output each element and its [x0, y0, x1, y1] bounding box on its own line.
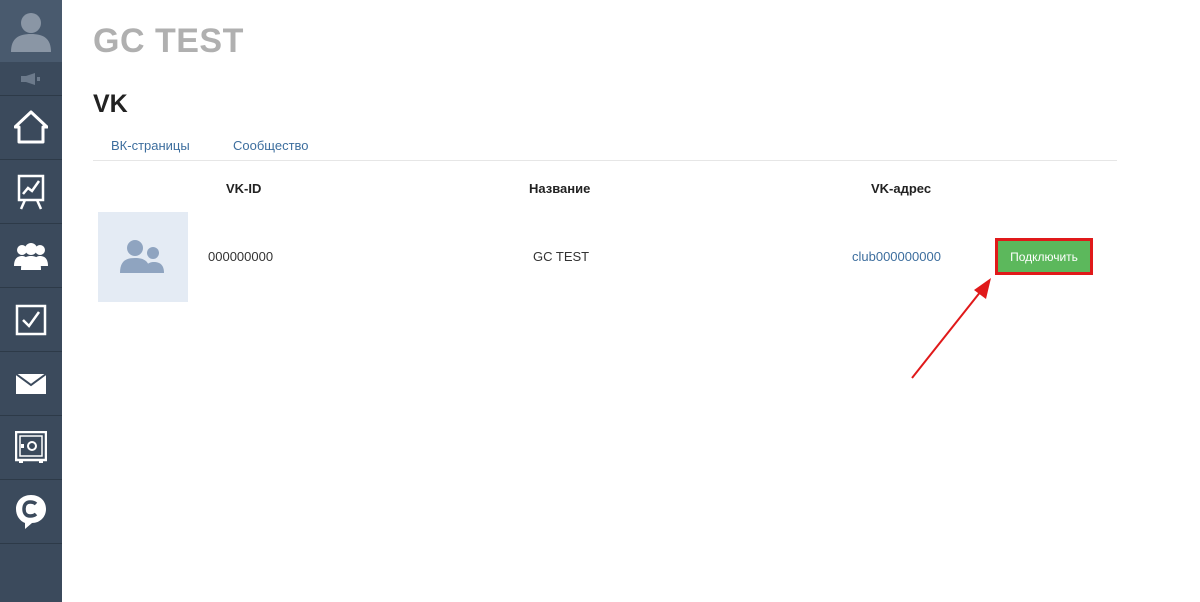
group-icon — [120, 240, 164, 273]
avatar-icon — [11, 13, 51, 52]
sidebar-item-safe[interactable] — [0, 416, 62, 480]
column-header-name: Название — [529, 181, 591, 196]
users-icon — [14, 243, 48, 270]
sidebar-item-chat[interactable] — [0, 480, 62, 544]
chart-icon — [17, 174, 45, 210]
mail-icon — [15, 373, 47, 394]
sound-toggle[interactable] — [0, 62, 62, 96]
sidebar-item-mail[interactable] — [0, 352, 62, 416]
user-avatar[interactable] — [0, 0, 62, 62]
community-name: GC TEST — [533, 249, 590, 264]
tab-vk-pages[interactable]: ВК-страницы — [111, 138, 190, 153]
sidebar-item-stats[interactable] — [0, 160, 62, 224]
sidebar-item-tasks[interactable] — [0, 288, 62, 352]
tab-bar: ВК-страницы Сообщество — [93, 135, 1117, 161]
page-title: GC TEST — [93, 22, 244, 60]
community-avatar — [98, 212, 188, 302]
section-title: VK — [93, 90, 128, 118]
vk-address-link[interactable]: club000000000 — [852, 249, 941, 264]
chat-icon — [16, 495, 46, 529]
sidebar — [0, 0, 62, 602]
sidebar-item-users[interactable] — [0, 224, 62, 288]
connect-button[interactable]: Подключить — [998, 241, 1090, 272]
tasks-icon — [15, 304, 47, 336]
button-highlight: Подключить — [995, 238, 1093, 275]
column-header-vk-id: VK-ID — [226, 181, 262, 196]
sidebar-item-home[interactable] — [0, 96, 62, 160]
mute-icon — [21, 73, 40, 85]
safe-icon — [15, 431, 47, 463]
vk-id-value: 000000000 — [208, 249, 274, 264]
column-header-vk-address: VK-адрес — [871, 181, 932, 196]
tab-community[interactable]: Сообщество — [233, 138, 309, 153]
annotation-arrow-icon — [911, 278, 991, 379]
home-icon — [14, 110, 48, 144]
